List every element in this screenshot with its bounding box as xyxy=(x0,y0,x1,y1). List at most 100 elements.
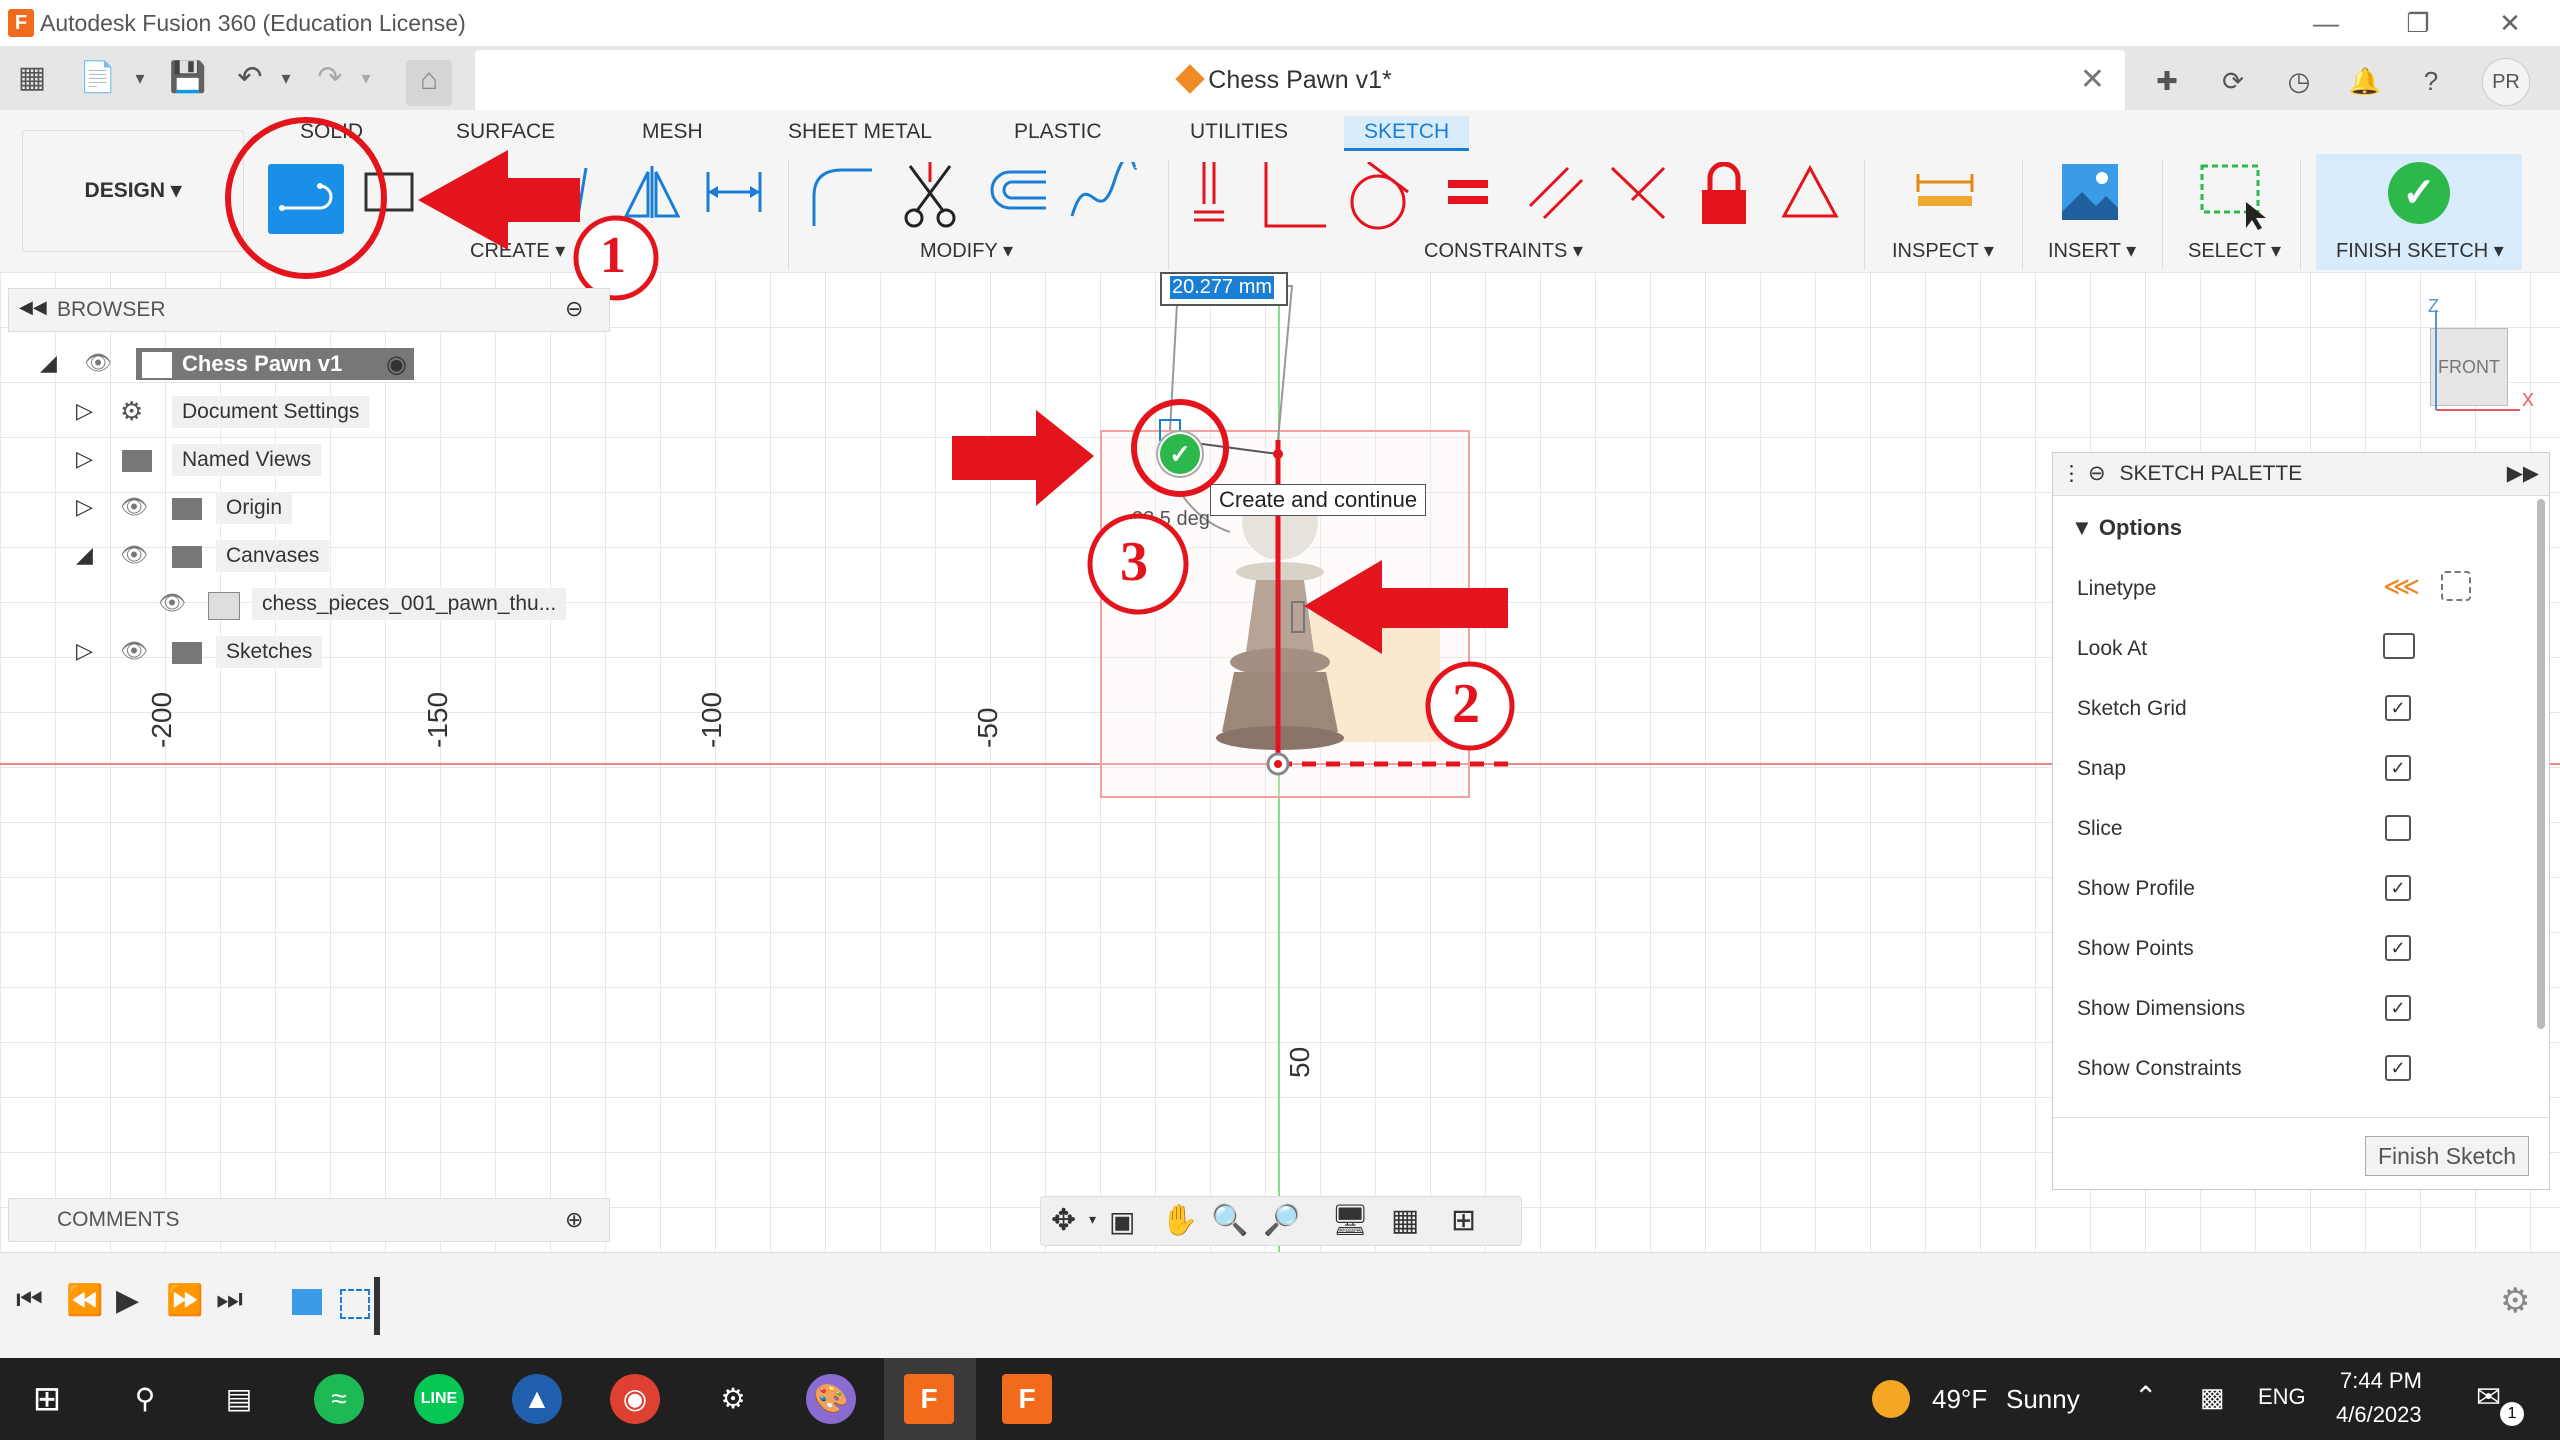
play-icon[interactable]: ▶ xyxy=(116,1283,139,1318)
palette-row-look-at: Look At xyxy=(2077,637,2148,660)
expand-triangle-icon[interactable]: ◢ xyxy=(40,350,57,376)
comments-title: COMMENTS xyxy=(57,1208,180,1231)
expand-triangle-icon[interactable]: ▷ xyxy=(76,446,93,472)
expand-triangle-icon[interactable]: ▷ xyxy=(76,494,93,520)
line-app-icon[interactable]: LINE xyxy=(414,1374,464,1424)
palette-divider xyxy=(2053,1117,2549,1118)
sketch-palette-panel: ⋮ ⊖ SKETCH PALETTE ▶▶ ▼ Options Linetype … xyxy=(2052,452,2550,1190)
activate-radio-icon[interactable]: ◉ xyxy=(386,350,407,379)
show-profile-checkbox[interactable]: ✓ xyxy=(2385,875,2411,901)
browser-options-icon[interactable]: ⊖ xyxy=(565,296,583,322)
comments-panel-header[interactable]: COMMENTS ⊕ xyxy=(8,1198,610,1242)
weather-sun-icon[interactable] xyxy=(1872,1380,1910,1418)
step-back-icon[interactable]: ⏪ xyxy=(66,1283,103,1318)
chrome-icon[interactable]: ◉ xyxy=(610,1374,660,1424)
viewports-icon[interactable]: ⊞ xyxy=(1451,1203,1476,1238)
language-indicator[interactable]: ENG xyxy=(2258,1384,2306,1410)
palette-scrollbar[interactable] xyxy=(2537,499,2545,1029)
weather-temperature[interactable]: 49°F xyxy=(1932,1384,1987,1415)
palette-row-show-profile: Show Profile xyxy=(2077,877,2195,900)
palette-row-snap: Snap xyxy=(2077,757,2127,780)
show-dimensions-checkbox[interactable]: ✓ xyxy=(2385,995,2411,1021)
show-constraints-checkbox[interactable]: ✓ xyxy=(2385,1055,2411,1081)
visibility-eye-icon[interactable]: 👁 xyxy=(158,590,186,616)
fit-zoom-icon[interactable]: 🔎 xyxy=(1263,1203,1300,1238)
orbit-icon[interactable]: ✥ xyxy=(1051,1203,1076,1238)
look-at-icon[interactable] xyxy=(2383,633,2415,659)
fusion360-taskbar-icon[interactable]: F xyxy=(904,1374,954,1424)
browser-root-row[interactable]: ◢ 👁 Chess Pawn v1 ◉ xyxy=(40,348,640,386)
options-section-header[interactable]: ▼ Options xyxy=(2071,515,2182,541)
grid-settings-icon[interactable]: ▦ xyxy=(1391,1203,1419,1238)
visibility-eye-icon[interactable]: 👁 xyxy=(120,542,148,568)
sketch-grid-checkbox[interactable]: ✓ xyxy=(2385,695,2411,721)
system-tray-chevron-icon[interactable]: ⌃ xyxy=(2134,1380,2157,1413)
visibility-eye-icon[interactable]: 👁 xyxy=(120,638,148,664)
palette-row-sketch-grid: Sketch Grid xyxy=(2077,697,2187,720)
settings-gear-icon[interactable]: ⚙ xyxy=(708,1374,758,1424)
folder-icon xyxy=(172,498,202,520)
fusion360-taskbar-icon-2[interactable]: F xyxy=(1002,1374,1052,1424)
folder-icon xyxy=(172,546,202,568)
browser-panel-header[interactable]: ◀◀ BROWSER ⊖ xyxy=(8,288,610,332)
collapse-browser-icon[interactable]: ◀◀ xyxy=(19,297,47,318)
notification-center-icon[interactable]: ✉ xyxy=(2476,1380,2501,1415)
pan-hand-icon[interactable]: ✋ xyxy=(1161,1203,1198,1238)
paint-app-icon[interactable]: 🎨 xyxy=(806,1374,856,1424)
centerline-linetype-icon[interactable] xyxy=(2441,571,2471,601)
orbit-dropdown-icon[interactable]: ▾ xyxy=(1089,1211,1096,1228)
timeline-canvas-feature-icon[interactable] xyxy=(292,1289,322,1315)
step-forward-icon[interactable]: ⏩ xyxy=(166,1283,203,1318)
browser-item-label: Document Settings xyxy=(172,396,370,428)
add-comment-icon[interactable]: ⊕ xyxy=(565,1199,583,1241)
go-to-end-icon[interactable]: ⏭ xyxy=(216,1283,243,1317)
palette-row-slice: Slice xyxy=(2077,817,2123,840)
browser-item-label: Canvases xyxy=(216,540,330,572)
visibility-eye-icon[interactable]: 👁 xyxy=(120,494,148,520)
spotify-icon[interactable]: ≈ xyxy=(314,1374,364,1424)
timeline-settings-gear-icon[interactable]: ⚙ xyxy=(2500,1281,2530,1321)
gear-icon: ⚙ xyxy=(120,396,144,426)
browser-item-label: Sketches xyxy=(216,636,323,668)
palette-row-show-dimensions: Show Dimensions xyxy=(2077,997,2246,1020)
task-view-icon[interactable]: ▤ xyxy=(214,1374,264,1424)
sketch-palette-header[interactable]: ⋮ ⊖ SKETCH PALETTE ▶▶ xyxy=(2053,453,2549,496)
windows-taskbar: ⊞ ⚲ ▤ ≈ LINE ▲ ◉ ⚙ 🎨 F F 49°F Sunny ⌃ ▩ … xyxy=(0,1358,2560,1440)
palette-row-linetype: Linetype xyxy=(2077,577,2157,600)
sketch-palette-title: SKETCH PALETTE xyxy=(2119,462,2303,485)
annotation-marker-1: 1 xyxy=(600,227,626,284)
windows-start-icon[interactable]: ⊞ xyxy=(22,1374,72,1424)
go-to-start-icon[interactable]: ⏮ xyxy=(16,1283,43,1317)
display-settings-icon[interactable]: 🖥 xyxy=(1331,1203,1369,1238)
browser-title: BROWSER xyxy=(57,298,166,321)
visibility-eye-icon[interactable]: 👁 xyxy=(84,350,112,376)
annotation-marker-2: 2 xyxy=(1452,673,1480,735)
show-points-checkbox[interactable]: ✓ xyxy=(2385,935,2411,961)
timeline-bar: ⏮ ⏪ ▶ ⏩ ⏭ ⚙ xyxy=(0,1252,2560,1359)
notification-count-badge: 1 xyxy=(2500,1402,2524,1426)
image-icon xyxy=(208,592,240,620)
expand-palette-icon[interactable]: ▶▶ xyxy=(2507,453,2539,495)
weather-description[interactable]: Sunny xyxy=(2006,1384,2080,1415)
app-icon[interactable]: ▲ xyxy=(512,1374,562,1424)
palette-finish-sketch-button[interactable]: Finish Sketch xyxy=(2365,1136,2529,1176)
construction-linetype-icon[interactable]: ⋘ xyxy=(2383,571,2420,602)
taskbar-search-icon[interactable]: ⚲ xyxy=(120,1374,170,1424)
slice-checkbox[interactable] xyxy=(2385,815,2411,841)
expand-triangle-icon[interactable]: ▷ xyxy=(76,398,93,424)
look-at-nav-icon[interactable]: ▣ xyxy=(1109,1205,1135,1238)
zoom-icon[interactable]: 🔍 xyxy=(1211,1203,1248,1238)
annotation-marker-3: 3 xyxy=(1120,531,1148,593)
timeline-sketch-feature-icon[interactable] xyxy=(340,1289,370,1319)
expand-triangle-icon[interactable]: ◢ xyxy=(76,542,93,568)
folder-icon xyxy=(122,450,152,472)
navigation-bar: ✥ ▾ ▣ ✋ 🔍 🔎 🖥 ▦ ⊞ xyxy=(1040,1196,1522,1246)
expand-triangle-icon[interactable]: ▷ xyxy=(76,638,93,664)
snap-checkbox[interactable]: ✓ xyxy=(2385,755,2411,781)
clock-time[interactable]: 7:44 PM xyxy=(2340,1368,2422,1394)
browser-item-label: Named Views xyxy=(172,444,322,476)
folder-icon xyxy=(172,642,202,664)
display-tray-icon[interactable]: ▩ xyxy=(2200,1382,2225,1413)
clock-date[interactable]: 4/6/2023 xyxy=(2336,1402,2422,1428)
timeline-marker[interactable] xyxy=(374,1277,380,1335)
